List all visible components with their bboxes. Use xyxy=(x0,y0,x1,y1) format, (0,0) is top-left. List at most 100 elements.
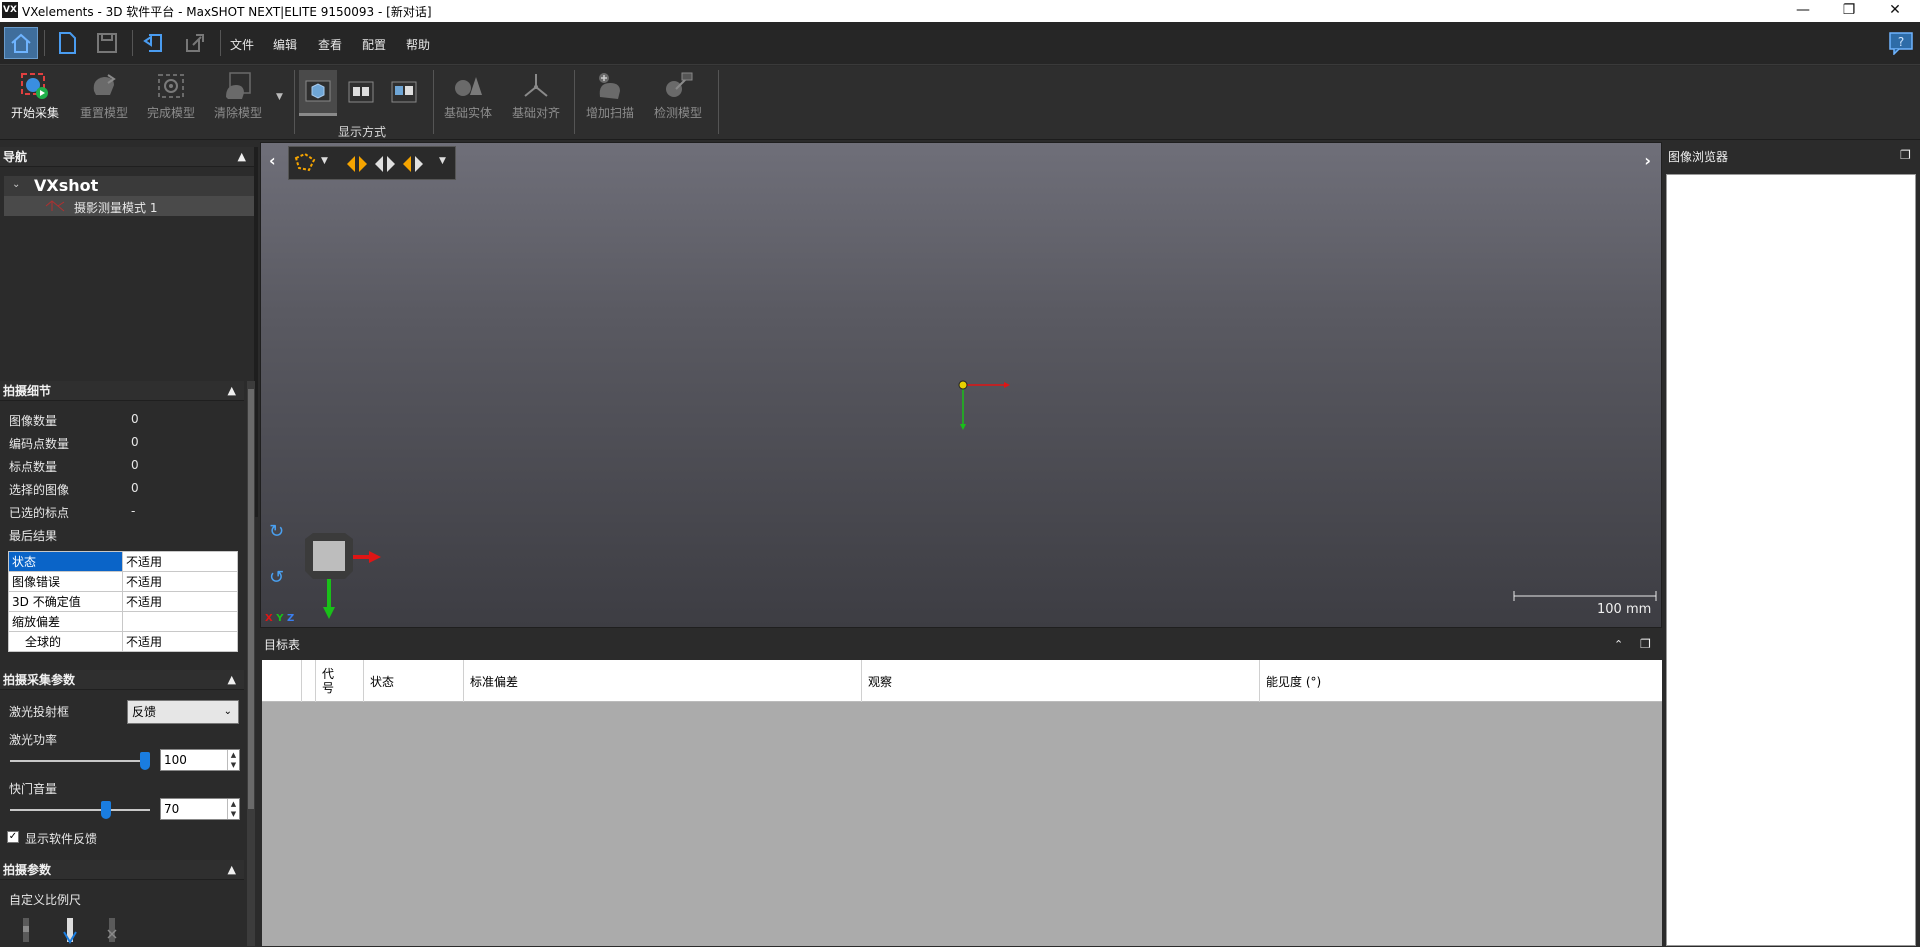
table-row[interactable]: 缩放偏差 xyxy=(8,611,238,632)
display-mode-split-button[interactable] xyxy=(385,70,423,116)
rotate-cw-icon[interactable]: ↺ xyxy=(269,567,284,588)
table-row[interactable]: 图像错误 不适用 xyxy=(8,571,238,592)
new-file-button[interactable] xyxy=(50,27,84,59)
select-all-icon[interactable] xyxy=(345,152,369,176)
table-row[interactable]: 全球的 不适用 xyxy=(8,631,238,652)
xyz-axis-labels[interactable]: X Y Z xyxy=(265,613,294,624)
acquisition-params-header[interactable]: 拍摄采集参数 ▲ xyxy=(0,670,244,690)
collapse-icon[interactable]: ⌃ xyxy=(1614,638,1623,651)
import-button[interactable] xyxy=(138,27,172,59)
shutter-volume-spinbox[interactable]: 70 ▲ ▼ xyxy=(160,798,240,820)
left-panel: 导航 ▲ ⌄ VXshot 摄影测量模式 1 拍摄细节 ▲ 图像数量 0 编码点… xyxy=(0,142,258,946)
restore-button[interactable]: ❐ xyxy=(1826,0,1872,22)
finalize-model-button[interactable]: 完成模型 xyxy=(138,68,204,122)
base-align-button[interactable]: 基础对齐 xyxy=(503,68,569,122)
shutter-volume-slider-thumb[interactable] xyxy=(101,801,111,819)
tree-root-label: VXshot xyxy=(34,176,99,195)
collapse-icon[interactable]: ▲ xyxy=(238,147,246,167)
3d-viewport[interactable]: ‹ › ↻ ↺ X Y Z 100 mm xyxy=(260,142,1662,628)
tree-item-photogrammetry[interactable]: 摄影测量模式 1 xyxy=(4,196,254,216)
menu-help[interactable]: 帮助 xyxy=(406,36,430,53)
menu-config[interactable]: 配置 xyxy=(362,36,386,53)
display-mode-surface-button[interactable] xyxy=(299,70,337,116)
navigation-header[interactable]: 导航 ▲ xyxy=(0,147,254,167)
laser-power-slider-thumb[interactable] xyxy=(140,752,150,770)
help-chat-button[interactable]: ? xyxy=(1886,27,1916,59)
column-observations[interactable]: 观察 xyxy=(862,660,1260,702)
laser-frame-value: 反馈 xyxy=(132,705,157,719)
inspect-model-button[interactable]: 检测模型 xyxy=(645,68,711,122)
column-status[interactable]: 状态 xyxy=(364,660,464,702)
collapse-right-icon[interactable]: › xyxy=(1644,151,1651,170)
home-button[interactable] xyxy=(4,27,38,59)
window-title: VXelements - 3D 软件平台 - MaxSHOT NEXT|ELIT… xyxy=(22,5,432,19)
scale-bar-tool-2[interactable] xyxy=(62,916,78,947)
collapse-left-icon[interactable]: ‹ xyxy=(269,151,276,170)
display-mode-images-button[interactable] xyxy=(342,70,380,116)
finalize-model-icon xyxy=(158,74,184,98)
image-browser-area[interactable] xyxy=(1666,174,1916,946)
export-button[interactable] xyxy=(178,27,212,59)
row-select-column[interactable] xyxy=(262,660,302,702)
scale-bar-label: 100 mm xyxy=(1597,602,1652,617)
undock-icon[interactable]: ❐ xyxy=(1640,637,1651,651)
reset-model-button[interactable]: 重置模型 xyxy=(71,68,137,122)
shoot-params-title: 拍摄参数 xyxy=(3,863,52,877)
targets-table-body[interactable] xyxy=(262,702,1662,946)
image-browser-panel: 图像浏览器 ❐ xyxy=(1664,142,1920,946)
undock-icon[interactable]: ❐ xyxy=(1900,148,1911,162)
spin-arrows-icon[interactable]: ▲ ▼ xyxy=(227,750,239,770)
invert-selection-icon[interactable] xyxy=(401,152,425,176)
menu-view[interactable]: 查看 xyxy=(318,36,342,53)
rotate-ccw-icon[interactable]: ↻ xyxy=(269,521,284,542)
deselect-icon[interactable] xyxy=(373,152,397,176)
laser-power-spinbox[interactable]: 100 ▲ ▼ xyxy=(160,749,240,771)
add-scan-button[interactable]: 增加扫描 xyxy=(577,68,643,122)
collapse-icon[interactable]: ▲ xyxy=(228,381,236,401)
shutter-volume-slider-track[interactable] xyxy=(10,809,150,811)
last-result-table: 状态 不适用 图像错误 不适用 3D 不确定值 不适用 缩放偏差 全球的 不适用 xyxy=(8,551,238,652)
save-button[interactable] xyxy=(90,27,124,59)
table-row[interactable]: 状态 不适用 xyxy=(8,551,238,572)
lasso-select-icon[interactable] xyxy=(293,152,317,174)
menu-edit[interactable]: 编辑 xyxy=(273,36,297,53)
scale-bar-tool-1[interactable] xyxy=(18,916,34,947)
finalize-model-label: 完成模型 xyxy=(146,106,195,120)
indicator-column[interactable] xyxy=(302,660,316,702)
clear-model-dropdown-icon[interactable]: ▼ xyxy=(276,92,283,102)
ribbon-toolbar: 开始采集 重置模型 完成模型 清除模型 ▼ 显示方式 基础实体 基础对齐 增加扫… xyxy=(0,66,1920,140)
result-key: 3D 不确定值 xyxy=(8,591,123,612)
chevron-down-icon[interactable]: ▼ xyxy=(321,156,328,166)
shoot-params-header[interactable]: 拍摄参数 ▲ xyxy=(0,860,244,880)
scale-bar-tool-3[interactable] xyxy=(104,916,120,947)
collapse-icon[interactable]: ▲ xyxy=(228,670,236,690)
menu-file[interactable]: 文件 xyxy=(230,36,254,53)
tree-expand-icon[interactable]: ⌄ xyxy=(12,179,20,190)
collapse-icon[interactable]: ▲ xyxy=(228,860,236,880)
scale-bar xyxy=(1513,591,1657,601)
laser-frame-select[interactable]: 反馈 ⌄ xyxy=(127,700,239,724)
start-capture-button[interactable]: 开始采集 xyxy=(2,68,68,122)
left-panel-scrollbar[interactable] xyxy=(247,381,255,946)
spin-arrows-icon[interactable]: ▲ ▼ xyxy=(227,799,239,819)
column-visibility[interactable]: 能见度 (°) xyxy=(1260,660,1662,702)
export-icon xyxy=(186,34,204,52)
chevron-down-icon[interactable]: ▼ xyxy=(439,156,446,166)
scrollbar-thumb[interactable] xyxy=(248,389,254,809)
capture-details-header[interactable]: 拍摄细节 ▲ xyxy=(0,381,244,401)
laser-power-slider-track[interactable] xyxy=(10,760,150,762)
show-feedback-checkbox[interactable]: ✓ xyxy=(7,831,19,843)
column-std-dev[interactable]: 标准偏差 xyxy=(464,660,862,702)
minimize-button[interactable]: — xyxy=(1780,0,1826,22)
result-key: 全球的 xyxy=(8,631,123,652)
clear-model-button[interactable]: 清除模型 xyxy=(205,68,271,122)
column-id[interactable]: 代 号 xyxy=(316,660,364,702)
close-button[interactable]: ✕ xyxy=(1872,0,1918,22)
tree-root[interactable]: ⌄ VXshot xyxy=(4,176,254,196)
table-row[interactable]: 3D 不确定值 不适用 xyxy=(8,591,238,612)
photogrammetry-icon xyxy=(45,200,65,212)
target-count-label: 标点数量 xyxy=(9,460,58,474)
base-entities-button[interactable]: 基础实体 xyxy=(435,68,501,122)
custom-scale-label: 自定义比例尺 xyxy=(9,893,82,907)
orientation-cube-icon[interactable] xyxy=(301,531,381,621)
